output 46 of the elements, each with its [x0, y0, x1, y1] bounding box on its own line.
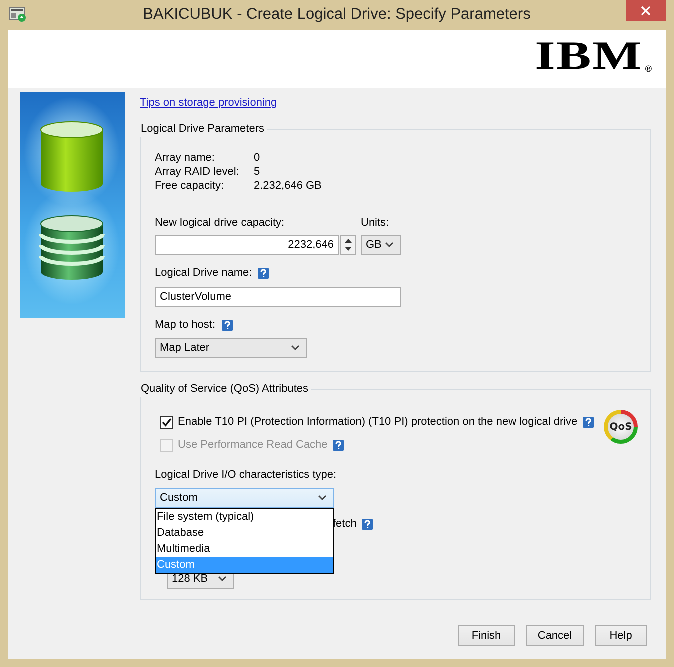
host-dropdown[interactable]: Map Later	[155, 338, 307, 358]
info-label: Array name:	[155, 151, 216, 165]
help-icon[interactable]	[582, 416, 594, 428]
dropdown-option[interactable]: Multimedia	[156, 541, 333, 557]
name-field[interactable]: ClusterVolume	[155, 287, 401, 307]
info-value: 2.232,646 GB	[254, 179, 323, 193]
dropdown-option[interactable]: Database	[156, 525, 333, 541]
tips-link[interactable]: Tips on storage provisioning	[140, 97, 278, 109]
field-label: Map to host:	[155, 318, 216, 332]
field-label: New logical drive capacity:	[155, 216, 285, 230]
help-icon[interactable]	[222, 320, 233, 330]
chevron-icon	[218, 576, 227, 582]
logo: IBM	[535, 36, 644, 76]
group-title: Quality of Service (QoS) Attributes	[140, 382, 311, 397]
info-value: 5	[254, 165, 262, 179]
checkbox-label: Enable T10 PI (Protection Information) (T10 PI) protection on the new logical drive	[178, 416, 578, 428]
dialog-button[interactable]: Cancel	[526, 625, 584, 646]
field-label: Logical Drive name:	[155, 266, 252, 280]
info-value: 0	[254, 151, 262, 165]
chevron-icon	[385, 242, 394, 248]
chevron-icon	[318, 495, 327, 501]
registered-mark: ®	[645, 64, 652, 74]
qos-badge: QoS	[604, 410, 638, 444]
info-label: Free capacity:	[155, 179, 226, 193]
close-button[interactable]	[626, 0, 666, 21]
close-icon	[641, 6, 651, 16]
group-title: Logical Drive Parameters	[140, 122, 266, 137]
window-title: BAKICUBUK - Create Logical Drive: Specify Parameters	[143, 6, 531, 24]
checkbox[interactable]	[160, 416, 173, 428]
field-label: Logical Drive I/O characteristics type:	[155, 468, 337, 482]
spinner-button[interactable]	[340, 235, 356, 255]
chevron-icon	[291, 345, 300, 351]
units-dropdown[interactable]: GB	[361, 235, 401, 255]
capacity-field[interactable]: 2232,646	[155, 235, 339, 255]
io-type-dropdown[interactable]: Custom	[155, 488, 334, 508]
help-icon[interactable]	[362, 518, 373, 530]
dropdown-option[interactable]: File system (typical)	[156, 509, 333, 525]
info-label: Array RAID level:	[155, 165, 240, 179]
field-label: Units:	[361, 216, 390, 230]
checkbox-label: Use Performance Read Cache	[178, 439, 328, 451]
field-label: fetch	[333, 517, 357, 531]
app-icon	[9, 7, 27, 23]
spinner-icon	[344, 239, 352, 251]
dialog-button[interactable]: Finish	[458, 625, 515, 646]
help-icon[interactable]	[258, 268, 270, 278]
dialog-button[interactable]: Help	[595, 625, 647, 646]
